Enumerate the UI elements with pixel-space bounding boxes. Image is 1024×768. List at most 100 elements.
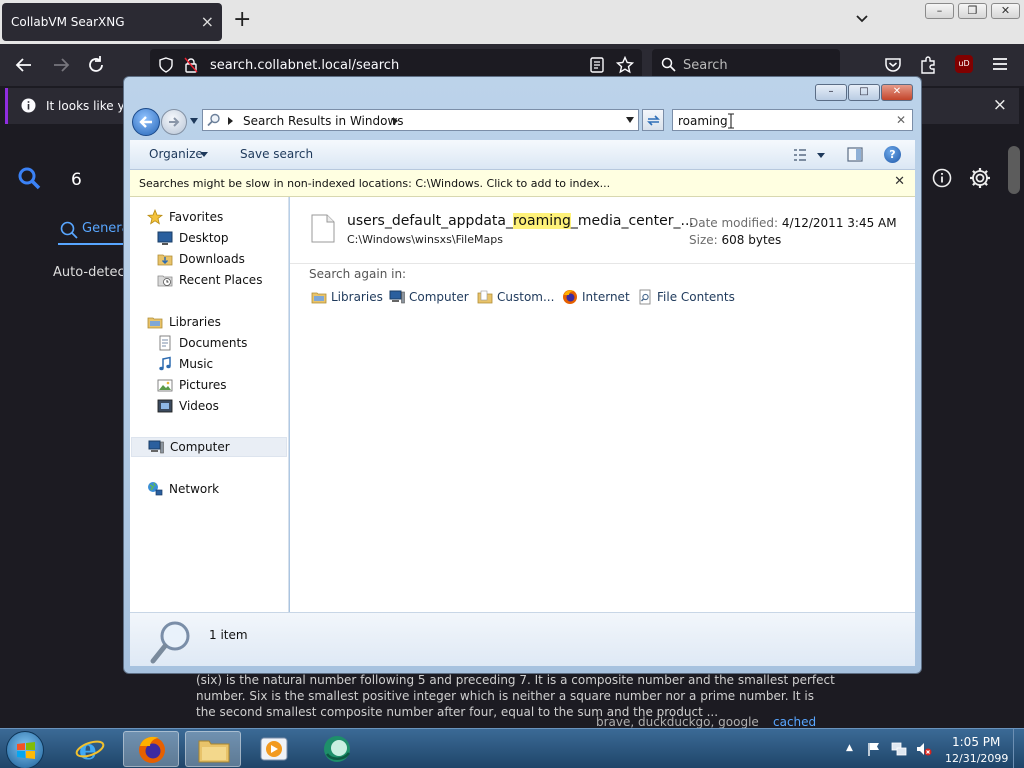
nav-libraries[interactable]: Libraries — [147, 312, 221, 332]
size-label: Size: — [689, 233, 718, 247]
search-again-custom[interactable]: Custom... — [477, 289, 554, 305]
explorer-maximize-button[interactable]: □ — [848, 84, 880, 101]
explorer-window: – □ ✕ Search Results in Windows roaming … — [123, 76, 922, 674]
nav-network[interactable]: Network — [147, 479, 219, 499]
address-bar[interactable]: Search Results in Windows — [202, 109, 639, 131]
reader-view-icon[interactable] — [590, 57, 604, 73]
search-placeholder: Search — [683, 58, 728, 73]
search-again-computer[interactable]: Computer — [389, 289, 469, 305]
nav-desktop[interactable]: Desktop — [157, 228, 229, 248]
result-size: Size: 608 bytes — [689, 233, 781, 247]
windows-logo-icon — [17, 742, 35, 759]
list-tabs-chevron-icon[interactable] — [855, 12, 869, 26]
shield-icon[interactable] — [158, 57, 174, 73]
clock-date[interactable]: 12/31/2099 — [945, 752, 1008, 765]
page-scrollbar-thumb[interactable] — [1008, 146, 1020, 194]
result-file-name[interactable]: users_default_appdata_roaming_media_cent… — [347, 213, 694, 229]
window-controls: – ❐ ✕ — [925, 3, 1021, 20]
back-arrow-icon[interactable] — [13, 54, 35, 76]
search-again-internet[interactable]: Internet — [562, 289, 630, 305]
ublock-extension-icon[interactable]: uD — [955, 55, 973, 73]
explorer-close-button[interactable]: ✕ — [881, 84, 913, 101]
help-icon[interactable]: ? — [884, 146, 901, 163]
refresh-button[interactable] — [642, 109, 664, 131]
taskbar-app[interactable] — [309, 731, 365, 767]
breadcrumb-search-results[interactable]: Search Results in Windows — [243, 114, 404, 128]
show-desktop-button[interactable] — [1013, 729, 1024, 768]
preview-pane-icon[interactable] — [847, 147, 863, 162]
search-again-computer-label: Computer — [409, 290, 469, 304]
tab-general-underline — [58, 243, 124, 245]
extensions-puzzle-icon[interactable] — [919, 55, 937, 75]
navigation-pane: Favorites Desktop Downloads Recent Place… — [130, 197, 289, 612]
nav-downloads[interactable]: Downloads — [157, 249, 245, 269]
organize-dropdown-icon[interactable] — [200, 152, 208, 157]
browser-tab[interactable]: CollabVM SearXNG × — [2, 3, 222, 41]
search-again-label: Search again in: — [309, 267, 407, 281]
minimize-window-button[interactable]: – — [925, 3, 954, 19]
address-dropdown-icon[interactable] — [626, 117, 634, 123]
action-center-flag-icon[interactable] — [866, 741, 882, 757]
index-info-bar[interactable]: Searches might be slow in non-indexed lo… — [130, 170, 915, 197]
nav-music-label: Music — [179, 357, 214, 371]
history-dropdown-icon[interactable] — [190, 118, 198, 124]
star-icon — [147, 209, 163, 225]
network-tray-icon[interactable] — [891, 741, 907, 757]
search-again-file-contents-label: File Contents — [657, 290, 735, 304]
clear-search-icon[interactable]: ✕ — [896, 113, 906, 127]
taskbar-media-player[interactable] — [246, 731, 302, 767]
menu-hamburger-icon[interactable] — [992, 57, 1008, 71]
organize-menu[interactable]: Organize — [149, 147, 203, 161]
volume-muted-icon[interactable] — [916, 741, 932, 757]
taskbar-firefox[interactable] — [123, 731, 179, 767]
file-icon[interactable] — [311, 214, 335, 243]
item-count: 1 item — [209, 628, 248, 642]
explorer-search-box[interactable]: roaming ✕ — [672, 109, 913, 131]
about-info-icon[interactable] — [932, 168, 952, 188]
change-view-icon[interactable] — [793, 147, 827, 163]
searxng-search-icon[interactable] — [17, 166, 41, 190]
info-bar-text[interactable]: Searches might be slow in non-indexed lo… — [139, 177, 610, 190]
pocket-icon[interactable] — [884, 56, 902, 74]
nav-favorites[interactable]: Favorites — [147, 207, 223, 227]
clock-time[interactable]: 1:05 PM — [952, 735, 1000, 749]
explorer-back-button[interactable] — [132, 108, 160, 136]
explorer-forward-button[interactable] — [161, 109, 187, 135]
cached-link[interactable]: cached — [773, 715, 816, 729]
close-window-button[interactable]: ✕ — [991, 3, 1020, 19]
size-value: 608 bytes — [721, 233, 782, 247]
save-search-button[interactable]: Save search — [240, 147, 313, 161]
settings-gear-icon[interactable] — [968, 166, 992, 190]
forward-arrow-icon[interactable] — [50, 54, 72, 76]
nav-videos[interactable]: Videos — [157, 396, 219, 416]
restore-window-button[interactable]: ❐ — [958, 3, 987, 19]
explorer-minimize-button[interactable]: – — [815, 84, 847, 101]
start-button[interactable] — [6, 731, 44, 768]
breadcrumb-arrow-icon[interactable] — [228, 117, 233, 125]
taskbar-internet-explorer[interactable]: e — [62, 731, 118, 767]
search-again-file-contents[interactable]: File Contents — [637, 289, 735, 305]
libraries-icon — [147, 317, 163, 329]
music-note-icon — [159, 356, 171, 371]
tray-show-hidden-icon[interactable]: ▲ — [846, 743, 853, 753]
autodetect-label[interactable]: Auto-detect — [53, 265, 130, 280]
page-search-value[interactable]: 6 — [71, 170, 82, 190]
internet-explorer-icon: e — [75, 735, 105, 763]
nav-music[interactable]: Music — [157, 354, 213, 374]
nav-documents[interactable]: Documents — [157, 333, 247, 353]
tab-close-icon[interactable]: × — [201, 12, 214, 31]
taskbar-explorer[interactable] — [185, 731, 241, 767]
search-again-libraries[interactable]: Libraries — [311, 289, 383, 305]
nav-documents-label: Documents — [179, 336, 248, 350]
notification-close-icon[interactable]: × — [993, 95, 1007, 115]
lock-icon[interactable] — [184, 57, 198, 73]
nav-recent-places[interactable]: Recent Places — [157, 270, 262, 290]
info-bar-close-icon[interactable]: ✕ — [894, 174, 905, 189]
nav-pictures[interactable]: Pictures — [157, 375, 227, 395]
bookmark-star-icon[interactable] — [616, 56, 634, 74]
breadcrumb-arrow-icon[interactable] — [393, 117, 398, 125]
new-tab-button[interactable]: + — [233, 9, 251, 31]
reload-icon[interactable] — [85, 54, 107, 76]
nav-computer[interactable]: Computer — [131, 437, 287, 457]
search-query-text[interactable]: roaming — [678, 114, 728, 128]
